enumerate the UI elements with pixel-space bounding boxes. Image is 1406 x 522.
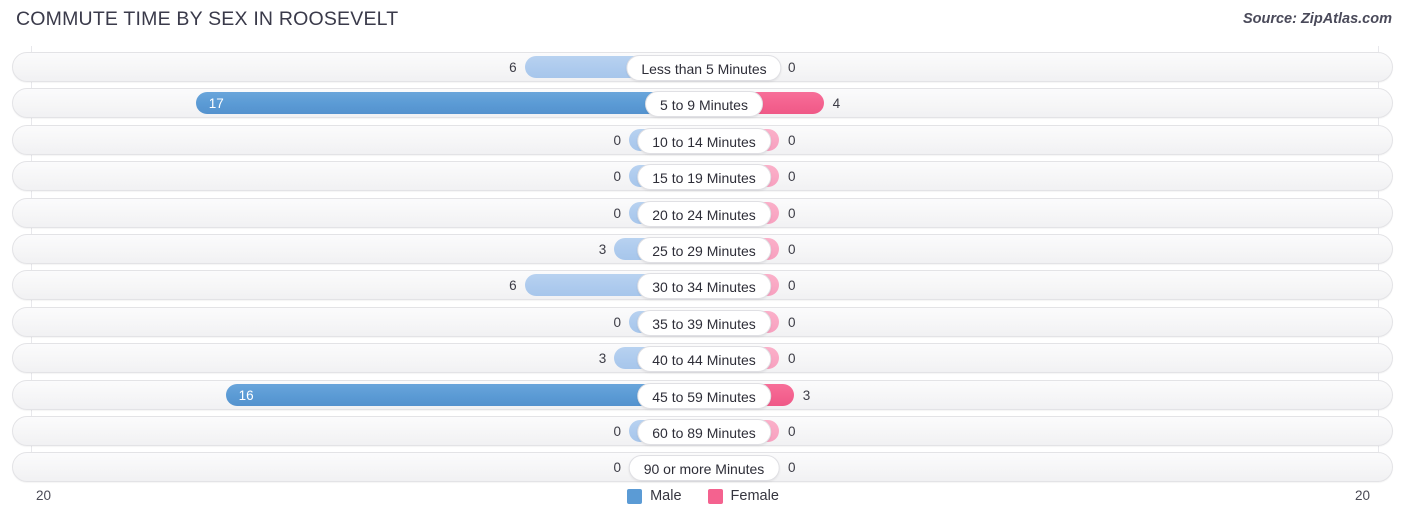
category-label-pill: 45 to 59 Minutes [637, 382, 771, 409]
legend-item[interactable]: Male [627, 488, 682, 504]
category-label-pill: 30 to 34 Minutes [637, 273, 771, 300]
chart-row: 17 4 5 to 9 Minutes [12, 88, 1393, 119]
legend-item-label: Female [730, 488, 779, 504]
chart-row: 0 0 90 or more Minutes [12, 452, 1393, 483]
chart-row: 0 0 35 to 39 Minutes [12, 306, 1393, 337]
category-label-pill: 60 to 89 Minutes [637, 419, 771, 445]
female-legend-swatch [707, 488, 723, 504]
category-label-pill: 5 to 9 Minutes [645, 91, 763, 118]
male-value-label: 6 [509, 60, 517, 75]
female-value-label: 4 [832, 96, 841, 112]
female-value-label: 0 [788, 351, 796, 367]
chart-row: 0 0 15 to 19 Minutes [12, 161, 1393, 192]
chart-plot-area: 6 0 Less than 5 Minutes 17 4 5 to 9 Minutes 0 0… [0, 44, 1406, 484]
male-value-label: 16 [238, 387, 254, 403]
male-bar [195, 92, 704, 115]
chart-row: 6 0 Less than 5 Minutes [12, 52, 1393, 82]
row-bars: 3 0 40 to 44 Minutes [13, 344, 1392, 373]
female-value-label: 0 [788, 132, 796, 148]
female-value-label: 0 [788, 424, 796, 439]
row-bars: 0 0 90 or more Minutes [13, 453, 1392, 482]
chart-row: 0 0 20 to 24 Minutes [12, 197, 1393, 228]
female-value-label: 0 [788, 460, 796, 476]
row-bars: 0 0 20 to 24 Minutes [13, 199, 1392, 227]
male-value-label: 3 [598, 242, 607, 257]
chart-row: 0 0 10 to 14 Minutes [12, 124, 1393, 155]
row-bars: 16 3 45 to 59 Minutes [13, 381, 1392, 409]
row-bars: 0 0 60 to 89 Minutes [13, 417, 1392, 445]
category-label-pill: 25 to 29 Minutes [637, 237, 771, 263]
male-value-label: 0 [613, 169, 621, 185]
female-value-label: 0 [788, 60, 796, 75]
row-bars: 0 0 10 to 14 Minutes [13, 126, 1392, 154]
male-value-label: 0 [613, 460, 621, 476]
male-bar [225, 383, 704, 406]
chart-row: 3 0 40 to 44 Minutes [12, 343, 1393, 374]
chart-row: 16 3 45 to 59 Minutes [12, 379, 1393, 410]
row-bars: 0 0 35 to 39 Minutes [13, 308, 1392, 336]
row-bars: 6 0 30 to 34 Minutes [13, 271, 1392, 300]
chart-footer: 20 20 Male Female [0, 484, 1406, 522]
male-value-label: 0 [613, 424, 621, 439]
chart-header: COMMUTE TIME BY SEX IN ROOSEVELT Source:… [0, 0, 1406, 44]
category-label-pill: 35 to 39 Minutes [637, 309, 771, 336]
legend-item-label: Male [650, 488, 682, 504]
female-value-label: 0 [788, 314, 796, 330]
male-value-label: 17 [208, 96, 224, 112]
row-bars: 3 0 25 to 29 Minutes [13, 235, 1392, 263]
chart-row: 3 0 25 to 29 Minutes [12, 234, 1393, 264]
male-value-label: 3 [598, 351, 607, 367]
category-label-pill: Less than 5 Minutes [626, 55, 782, 81]
female-value-label: 0 [788, 278, 796, 294]
chart-row: 0 0 60 to 89 Minutes [12, 416, 1393, 446]
category-label-pill: 90 or more Minutes [628, 455, 780, 482]
category-label-pill: 20 to 24 Minutes [637, 200, 771, 227]
legend-item[interactable]: Female [707, 488, 779, 504]
page-title: COMMUTE TIME BY SEX IN ROOSEVELT [16, 8, 399, 30]
female-value-label: 3 [802, 387, 811, 403]
chart-row: 6 0 30 to 34 Minutes [12, 270, 1393, 301]
chart-legend: Male Female [0, 488, 1406, 504]
source-attribution: Source: ZipAtlas.com [1242, 11, 1392, 27]
male-value-label: 0 [613, 132, 621, 148]
category-label-pill: 10 to 14 Minutes [637, 127, 771, 154]
male-value-label: 0 [613, 314, 621, 330]
male-value-label: 6 [509, 278, 517, 294]
category-label-pill: 40 to 44 Minutes [637, 346, 771, 373]
row-bars: 17 4 5 to 9 Minutes [13, 89, 1392, 118]
male-value-label: 0 [613, 205, 621, 221]
category-label-pill: 15 to 19 Minutes [637, 164, 771, 191]
female-value-label: 0 [788, 205, 796, 221]
male-legend-swatch [627, 488, 643, 504]
row-bars: 6 0 Less than 5 Minutes [13, 53, 1392, 81]
female-value-label: 0 [788, 242, 796, 257]
female-value-label: 0 [788, 169, 796, 185]
row-bars: 0 0 15 to 19 Minutes [13, 162, 1392, 191]
